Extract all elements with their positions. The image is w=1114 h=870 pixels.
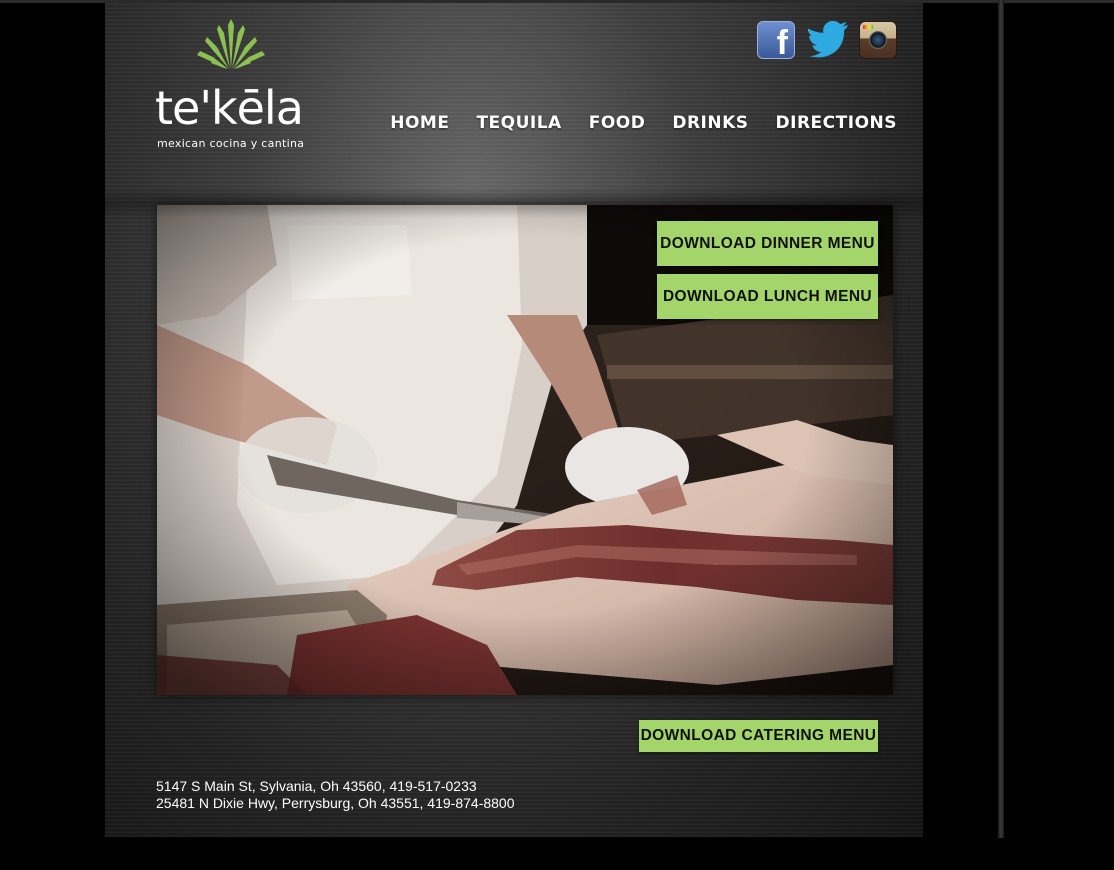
nav-directions[interactable]: DIRECTIONS — [776, 113, 897, 133]
decorative-rule — [998, 0, 1004, 838]
nav-drinks[interactable]: DRINKS — [672, 113, 748, 133]
download-catering-menu-button[interactable]: DOWNLOAD CATERING MENU — [639, 720, 878, 752]
main-nav: HOME TEQUILA FOOD DRINKS DIRECTIONS — [390, 113, 897, 133]
instagram-stripe — [863, 25, 873, 29]
brand-name: te'kēla — [155, 81, 304, 135]
address-sylvania: 5147 S Main St, Sylvania, Oh 43560, 419-… — [156, 778, 477, 794]
twitter-icon[interactable] — [807, 21, 849, 59]
instagram-lens — [869, 31, 887, 49]
download-lunch-menu-button[interactable]: DOWNLOAD LUNCH MENU — [657, 274, 878, 319]
agave-icon — [197, 19, 265, 69]
brand-tagline: mexican cocina y cantina — [157, 137, 305, 150]
address-perrysburg: 25481 N Dixie Hwy, Perrysburg, Oh 43551,… — [156, 795, 515, 811]
footer-addresses: 5147 S Main St, Sylvania, Oh 43560, 419-… — [156, 778, 515, 812]
facebook-icon[interactable]: f — [757, 21, 795, 62]
site-logo[interactable]: te'kēla mexican cocina y cantina — [155, 19, 315, 164]
page: te'kēla mexican cocina y cantina f HOME … — [0, 0, 1114, 870]
nav-home[interactable]: HOME — [390, 113, 449, 133]
instagram-icon[interactable] — [859, 21, 897, 59]
main-panel: te'kēla mexican cocina y cantina f HOME … — [105, 3, 923, 837]
nav-tequila[interactable]: TEQUILA — [476, 113, 561, 133]
nav-food[interactable]: FOOD — [589, 113, 646, 133]
download-dinner-menu-button[interactable]: DOWNLOAD DINNER MENU — [657, 221, 878, 266]
facebook-glyph: f — [776, 24, 788, 62]
